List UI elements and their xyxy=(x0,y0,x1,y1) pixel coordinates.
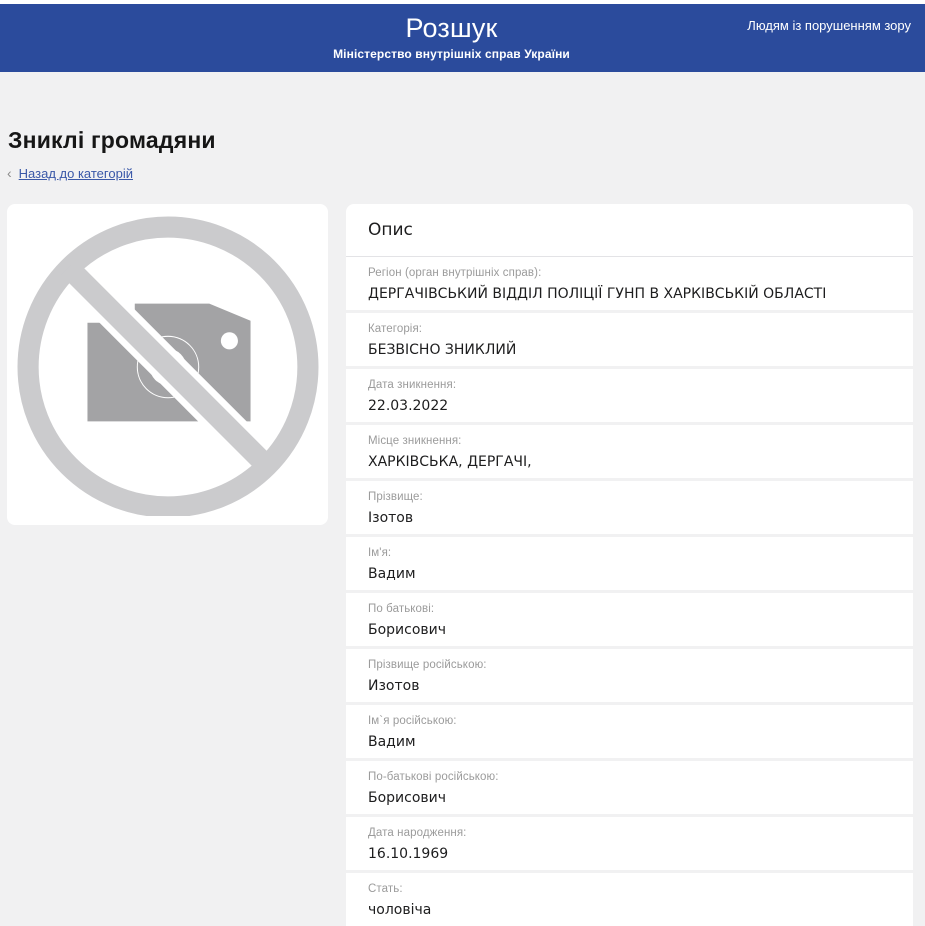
field-label: По-батькові російською: xyxy=(368,771,891,784)
field-value: чоловіча xyxy=(368,902,891,918)
field-value: Борисович xyxy=(368,790,891,806)
no-photo-icon xyxy=(17,214,319,516)
description-row-name-russian: Ім`я російською: Вадим xyxy=(346,705,913,758)
description-row-region: Регіон (орган внутрішніх справ): ДЕРГАЧІ… xyxy=(346,257,913,310)
description-row-category: Категорія: БЕЗВІСНО ЗНИКЛИЙ xyxy=(346,313,913,366)
back-to-categories-link[interactable]: Назад до категорій xyxy=(19,166,133,181)
photo-card xyxy=(7,204,328,525)
field-label: Стать: xyxy=(368,883,891,896)
header-subtitle: Міністерство внутрішніх справ України xyxy=(333,47,570,61)
field-value: Борисович xyxy=(368,622,891,638)
field-label: Прізвище російською: xyxy=(368,659,891,672)
field-value: Вадим xyxy=(368,734,891,750)
field-label: Прізвище: xyxy=(368,491,891,504)
description-row-surname: Прізвище: Ізотов xyxy=(346,481,913,534)
field-value: 16.10.1969 xyxy=(368,846,891,862)
field-value: Изотов xyxy=(368,678,891,694)
description-row-birth-date: Дата народження: 16.10.1969 xyxy=(346,817,913,870)
description-row-patronymic: По батькові: Борисович xyxy=(346,593,913,646)
field-label: Дата зникнення: xyxy=(368,379,891,392)
page-title: Зниклі громадяни xyxy=(7,72,913,154)
site-branding: Розшук Міністерство внутрішніх справ Укр… xyxy=(333,13,570,61)
field-label: Категорія: xyxy=(368,323,891,336)
description-card: Опис Регіон (орган внутрішніх справ): ДЕ… xyxy=(346,204,913,926)
record-layout: Опис Регіон (орган внутрішніх справ): ДЕ… xyxy=(7,204,913,926)
field-label: Ім`я російською: xyxy=(368,715,891,728)
field-label: Ім'я: xyxy=(368,547,891,560)
back-row: ‹ Назад до категорій xyxy=(7,166,913,181)
header-title-link[interactable]: Розшук xyxy=(333,13,570,44)
field-value: Ізотов xyxy=(368,510,891,526)
field-label: Регіон (орган внутрішніх справ): xyxy=(368,267,891,280)
description-row-name: Ім'я: Вадим xyxy=(346,537,913,590)
description-header: Опис xyxy=(346,204,913,257)
description-title: Опис xyxy=(368,220,413,240)
field-value: Вадим xyxy=(368,566,891,582)
page-content: Зниклі громадяни ‹ Назад до категорій xyxy=(0,72,925,926)
field-label: Дата народження: xyxy=(368,827,891,840)
site-header: Розшук Міністерство внутрішніх справ Укр… xyxy=(0,4,925,72)
field-label: По батькові: xyxy=(368,603,891,616)
field-value: 22.03.2022 xyxy=(368,398,891,414)
description-row-disappearance-date: Дата зникнення: 22.03.2022 xyxy=(346,369,913,422)
description-row-surname-russian: Прізвище російською: Изотов xyxy=(346,649,913,702)
description-row-disappearance-place: Місце зникнення: ХАРКІВСЬКА, ДЕРГАЧІ, xyxy=(346,425,913,478)
field-value: БЕЗВІСНО ЗНИКЛИЙ xyxy=(368,342,891,358)
description-row-patronymic-russian: По-батькові російською: Борисович xyxy=(346,761,913,814)
accessibility-link[interactable]: Людям із порушенням зору xyxy=(747,18,911,33)
description-row-gender: Стать: чоловіча xyxy=(346,873,913,926)
field-value: ХАРКІВСЬКА, ДЕРГАЧІ, xyxy=(368,454,891,470)
field-value: ДЕРГАЧІВСЬКИЙ ВІДДІЛ ПОЛІЦІЇ ГУНП В ХАРК… xyxy=(368,286,891,302)
back-chevron-icon: ‹ xyxy=(7,165,12,181)
field-label: Місце зникнення: xyxy=(368,435,891,448)
